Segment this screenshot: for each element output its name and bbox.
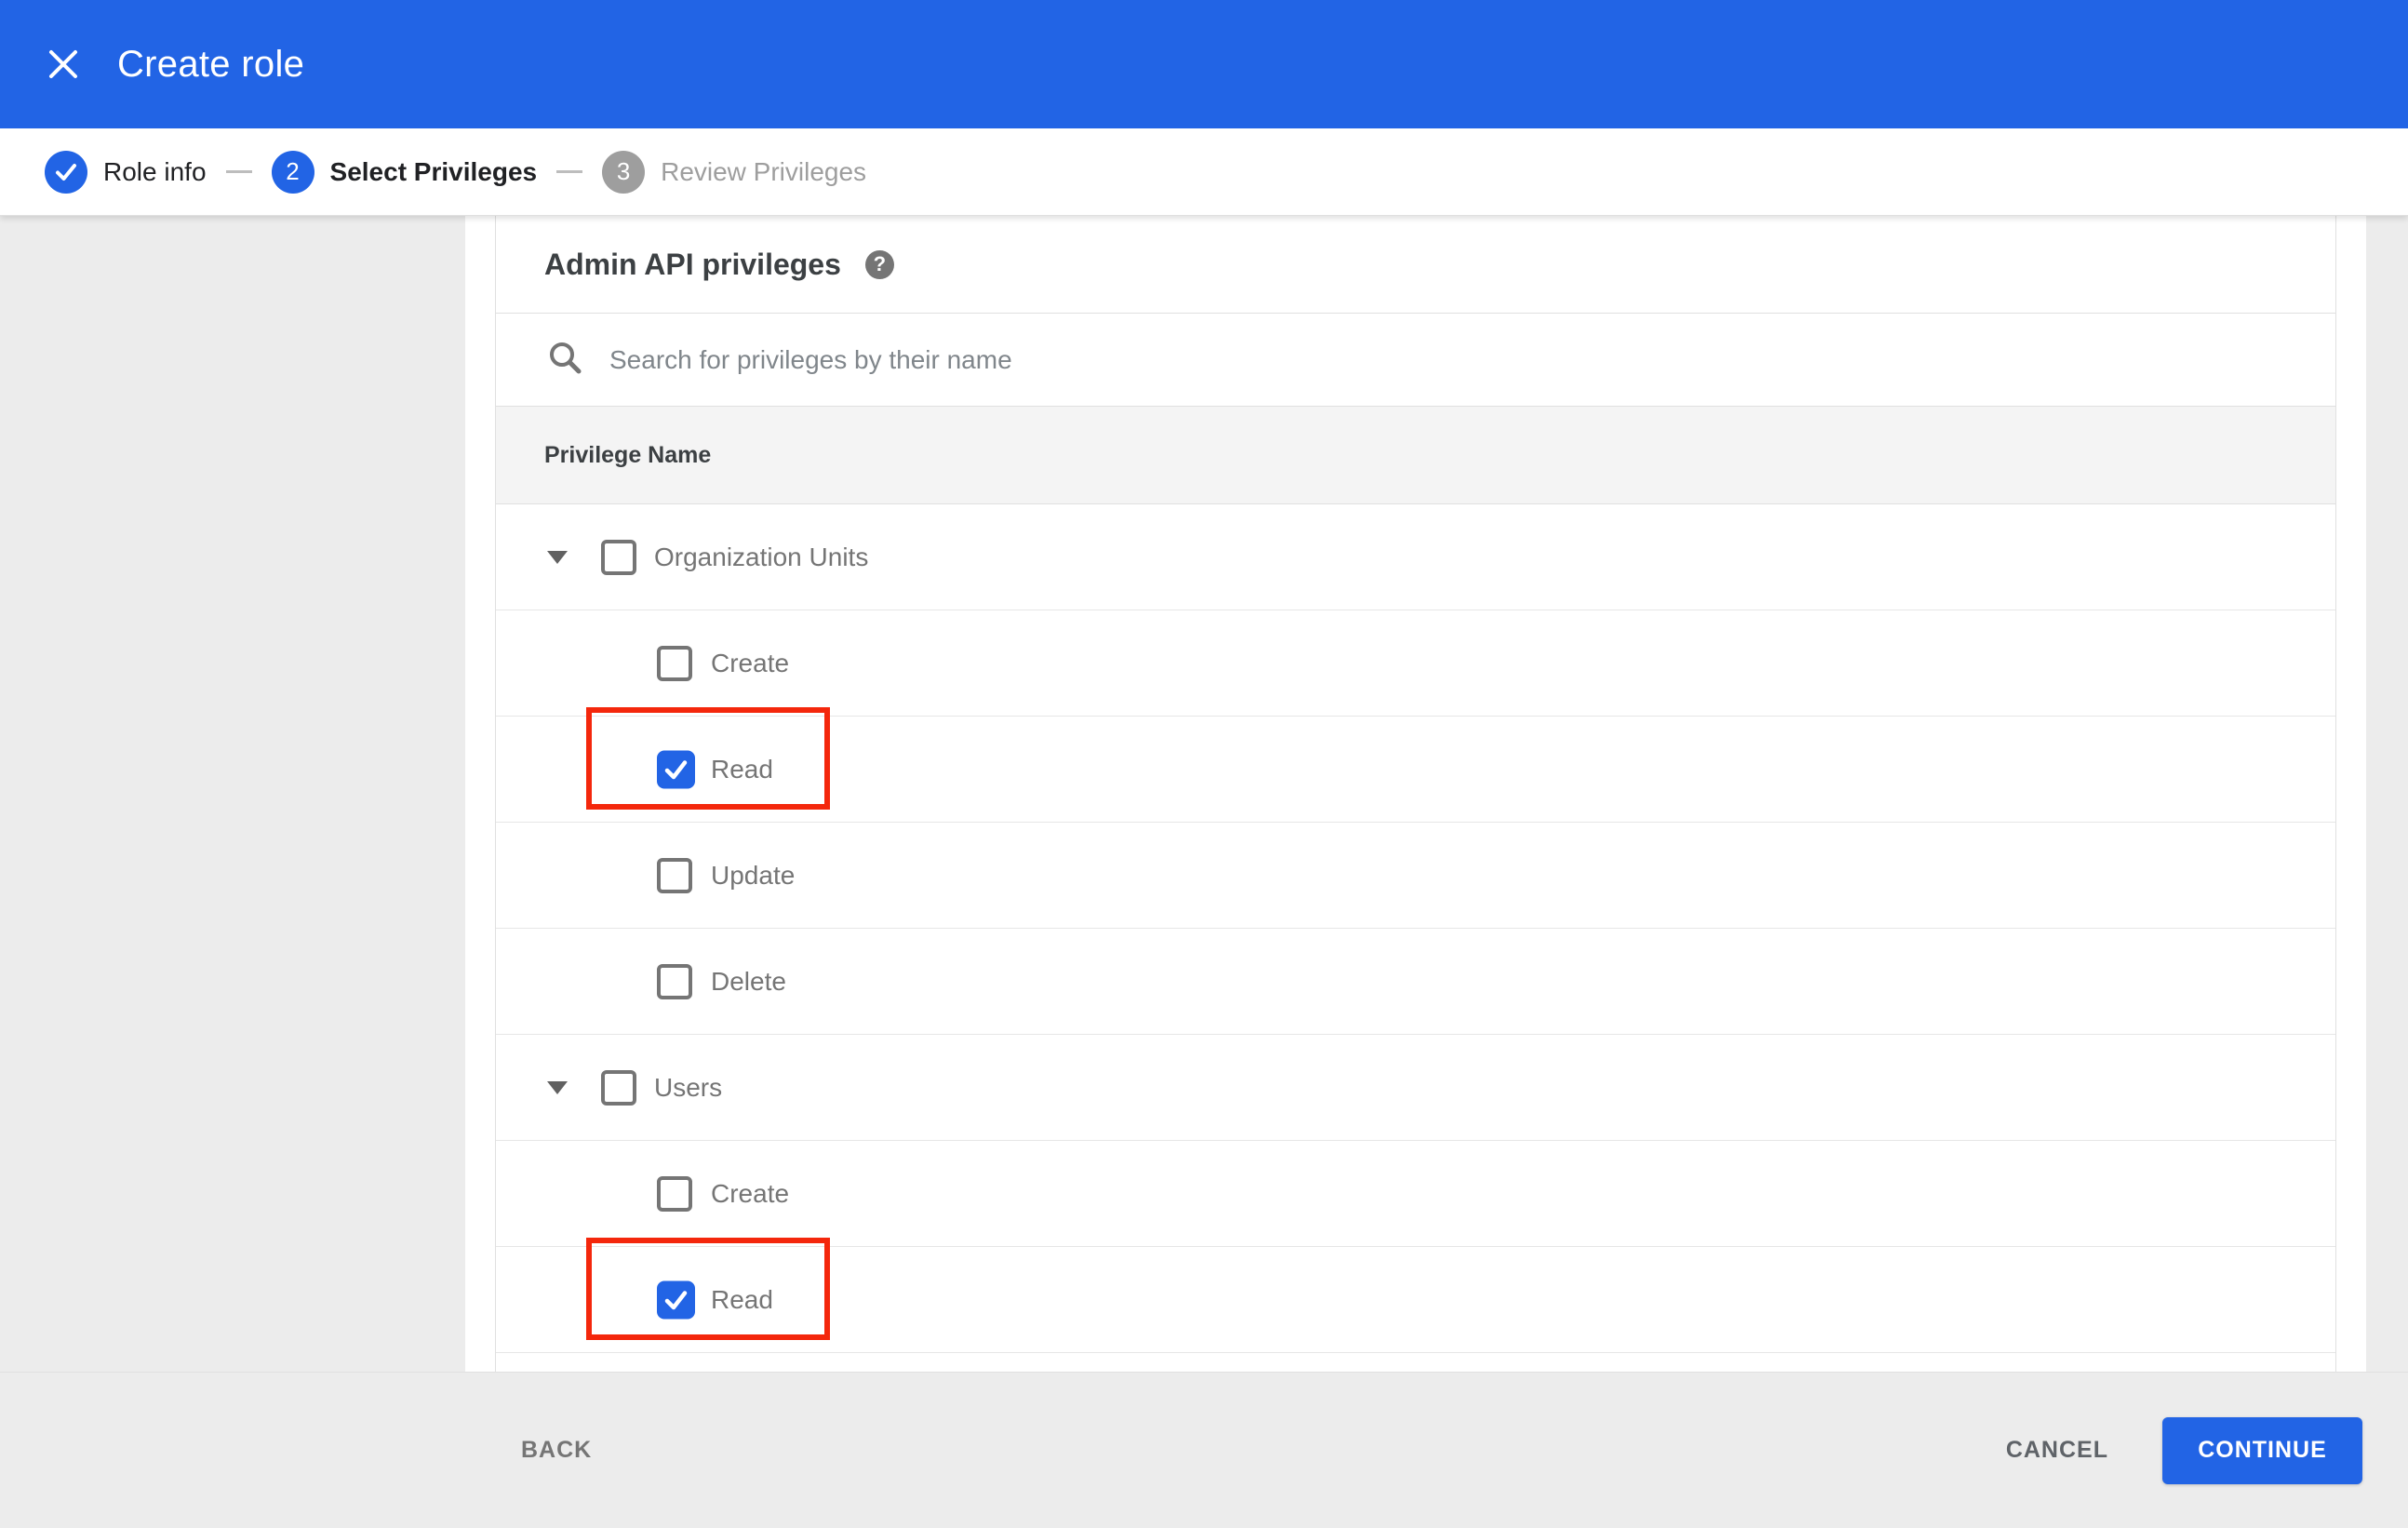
- red-highlight-box: [586, 1238, 830, 1340]
- step-connector: [225, 170, 252, 173]
- step2-label: Select Privileges: [329, 156, 538, 186]
- close-icon[interactable]: [35, 36, 91, 92]
- footer-bar: BACK CANCEL CONTINUE: [0, 1372, 2408, 1528]
- privilege-checkbox[interactable]: [601, 539, 636, 575]
- privilege-label: Users: [654, 1072, 723, 1102]
- table-header: Privilege Name: [496, 406, 2335, 504]
- privilege-row-create: Create: [496, 1141, 2335, 1247]
- privilege-row-delete: Delete: [496, 929, 2335, 1035]
- footer-actions: CANCEL CONTINUE: [2006, 1416, 2408, 1484]
- appbar: Create role: [0, 0, 2408, 128]
- page-title: Create role: [117, 43, 305, 85]
- privilege-label: Delete: [711, 966, 786, 996]
- privilege-checkbox[interactable]: [601, 1069, 636, 1106]
- privileges-card: Admin API privileges ? Privilege Name: [465, 216, 2366, 1372]
- privilege-checkbox[interactable]: [657, 857, 692, 893]
- privilege-row-users: Users: [496, 1035, 2335, 1141]
- search-icon: [546, 339, 583, 381]
- step3-label: Review Privileges: [661, 156, 867, 186]
- red-highlight-box: [586, 707, 830, 810]
- privilege-label: Organization Units: [654, 542, 869, 571]
- privilege-checkbox[interactable]: [657, 1175, 692, 1212]
- step-review-privileges[interactable]: 3 Review Privileges: [602, 150, 867, 194]
- stepper: Role info 2 Select Privileges 3 Review P…: [0, 128, 2408, 216]
- help-icon[interactable]: ?: [864, 249, 894, 279]
- privilege-label: Read: [711, 754, 773, 784]
- search-row: [496, 313, 2335, 406]
- privilege-label: Update: [711, 860, 796, 890]
- privilege-row-update: Update: [496, 823, 2335, 929]
- privilege-label: Read: [711, 1284, 773, 1314]
- back-button[interactable]: BACK: [521, 1437, 592, 1464]
- continue-button[interactable]: CONTINUE: [2162, 1416, 2362, 1484]
- privilege-row-read: Read: [496, 707, 2335, 823]
- table-bottom-strip: [496, 1353, 2335, 1372]
- page-body: Admin API privileges ? Privilege Name: [0, 216, 2408, 1372]
- privilege-label: Create: [711, 648, 790, 677]
- privilege-row-read: Read: [496, 1238, 2335, 1353]
- privilege-table-body: Organization Units Create Read Update De…: [496, 504, 2335, 1353]
- privilege-checkbox[interactable]: [657, 750, 695, 788]
- privilege-label: Create: [711, 1178, 790, 1208]
- table-header-label: Privilege Name: [544, 441, 712, 468]
- privilege-row-create: Create: [496, 610, 2335, 717]
- privileges-panel: Admin API privileges ? Privilege Name: [495, 216, 2336, 1372]
- privilege-checkbox[interactable]: [657, 645, 692, 681]
- section-title: Admin API privileges: [544, 247, 841, 281]
- search-input[interactable]: [609, 344, 2005, 375]
- privilege-checkbox[interactable]: [657, 1280, 695, 1319]
- step1-check-icon: [45, 150, 87, 194]
- step1-label: Role info: [103, 156, 207, 186]
- privilege-checkbox[interactable]: [657, 963, 692, 999]
- step2-number: 2: [271, 150, 314, 194]
- step-connector: [556, 170, 583, 173]
- panel-heading: Admin API privileges ?: [496, 216, 2335, 313]
- step-select-privileges[interactable]: 2 Select Privileges: [271, 150, 538, 194]
- collapse-arrow-icon[interactable]: [547, 1080, 568, 1094]
- privilege-row-organization-units: Organization Units: [496, 504, 2335, 610]
- step3-number: 3: [602, 150, 646, 194]
- step-role-info[interactable]: Role info: [45, 150, 207, 194]
- cancel-button[interactable]: CANCEL: [2006, 1437, 2108, 1464]
- collapse-arrow-icon[interactable]: [547, 550, 568, 564]
